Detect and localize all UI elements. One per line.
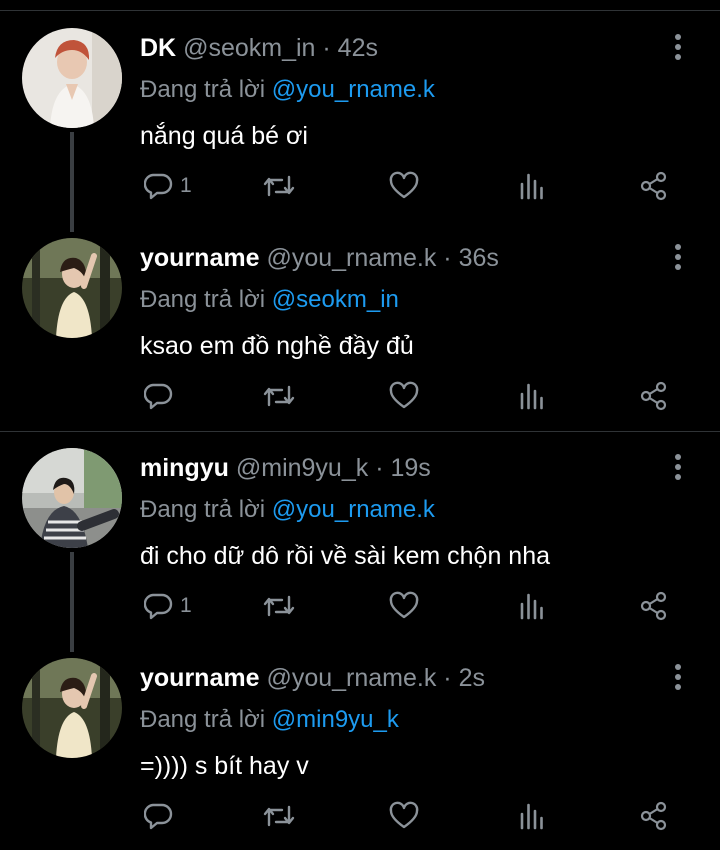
more-options-icon[interactable] [664, 452, 692, 482]
analytics-icon [518, 171, 546, 201]
display-name[interactable]: DK [140, 34, 176, 62]
retweet-button[interactable] [262, 376, 296, 416]
reply-count: 1 [180, 174, 192, 197]
tweet-actions: 1 [140, 166, 680, 206]
reply-icon [144, 801, 174, 831]
retweet-icon [262, 801, 296, 831]
avatar[interactable] [22, 448, 122, 548]
reply-prefix: Đang trả lời [140, 76, 266, 103]
tweet-header: mingyu @min9yu_k · 19s [140, 454, 431, 483]
tweet-4[interactable]: yourname @you_rname.k · 2s Đang trả lời … [0, 640, 720, 850]
avatar[interactable] [22, 658, 122, 758]
tweet-actions: 1 [140, 586, 680, 626]
reply-button[interactable] [144, 796, 180, 836]
tweet-text: nắng quá bé ơi [140, 122, 308, 150]
share-button[interactable] [638, 586, 670, 626]
reply-context: Đang trả lời @seokm_in [140, 286, 399, 314]
reply-mention[interactable]: @you_rname.k [272, 496, 435, 523]
tweet-text: ksao em đồ nghề đầy đủ [140, 332, 414, 360]
like-button[interactable] [388, 796, 420, 836]
reply-count: 1 [180, 594, 192, 617]
timestamp[interactable]: · 2s [443, 664, 485, 692]
share-button[interactable] [638, 376, 670, 416]
reply-button[interactable]: 1 [144, 166, 192, 206]
reply-icon [144, 591, 174, 621]
reply-context: Đang trả lời @you_rname.k [140, 76, 435, 104]
share-icon [638, 381, 670, 411]
retweet-icon [262, 381, 296, 411]
analytics-button[interactable] [518, 586, 546, 626]
retweet-icon [262, 171, 296, 201]
avatar[interactable] [22, 238, 122, 338]
analytics-button[interactable] [518, 376, 546, 416]
timestamp[interactable]: · 36s [443, 244, 499, 272]
reply-prefix: Đang trả lời [140, 706, 266, 733]
display-name[interactable]: yourname [140, 664, 259, 692]
retweet-button[interactable] [262, 586, 296, 626]
reply-mention[interactable]: @seokm_in [272, 286, 399, 313]
tweet-3[interactable]: mingyu @min9yu_k · 19s Đang trả lời @you… [0, 430, 720, 652]
tweet-1[interactable]: DK @seokm_in · 42s Đang trả lời @you_rna… [0, 10, 720, 232]
timestamp[interactable]: · 19s [375, 454, 431, 482]
retweet-button[interactable] [262, 796, 296, 836]
reply-context: Đang trả lời @you_rname.k [140, 496, 435, 524]
share-button[interactable] [638, 166, 670, 206]
share-button[interactable] [638, 796, 670, 836]
analytics-icon [518, 801, 546, 831]
like-icon [388, 171, 420, 201]
display-name[interactable]: mingyu [140, 454, 229, 482]
handle[interactable]: @you_rname.k [266, 244, 436, 272]
thread-line [70, 552, 74, 652]
tweet-text: đi cho dữ dô rồi về sài kem chộn nha [140, 542, 551, 570]
reply-prefix: Đang trả lời [140, 496, 266, 523]
more-options-icon[interactable] [664, 662, 692, 692]
analytics-icon [518, 591, 546, 621]
tweet-header: yourname @you_rname.k · 2s [140, 664, 485, 693]
handle[interactable]: @min9yu_k [236, 454, 368, 482]
tweet-header: yourname @you_rname.k · 36s [140, 244, 499, 273]
reply-icon [144, 381, 174, 411]
reply-mention[interactable]: @min9yu_k [272, 706, 399, 733]
like-button[interactable] [388, 166, 420, 206]
like-icon [388, 591, 420, 621]
handle[interactable]: @you_rname.k [266, 664, 436, 692]
share-icon [638, 171, 670, 201]
reply-icon [144, 171, 174, 201]
reply-prefix: Đang trả lời [140, 286, 266, 313]
reply-button[interactable]: 1 [144, 586, 192, 626]
avatar[interactable] [22, 28, 122, 128]
tweet-text: =)))) s bít hay v [140, 752, 309, 780]
more-options-icon[interactable] [664, 242, 692, 272]
reply-button[interactable] [144, 376, 180, 416]
analytics-button[interactable] [518, 796, 546, 836]
analytics-button[interactable] [518, 166, 546, 206]
retweet-button[interactable] [262, 166, 296, 206]
retweet-icon [262, 591, 296, 621]
timestamp[interactable]: · 42s [322, 34, 378, 62]
like-button[interactable] [388, 586, 420, 626]
more-options-icon[interactable] [664, 32, 692, 62]
like-icon [388, 801, 420, 831]
reply-mention[interactable]: @you_rname.k [272, 76, 435, 103]
like-icon [388, 381, 420, 411]
tweet-actions [140, 376, 680, 416]
analytics-icon [518, 381, 546, 411]
share-icon [638, 591, 670, 621]
tweet-actions [140, 796, 680, 836]
tweet-header: DK @seokm_in · 42s [140, 34, 378, 63]
handle[interactable]: @seokm_in [183, 34, 315, 62]
thread-line [70, 132, 74, 232]
tweet-2[interactable]: yourname @you_rname.k · 36s Đang trả lời… [0, 220, 720, 430]
like-button[interactable] [388, 376, 420, 416]
display-name[interactable]: yourname [140, 244, 259, 272]
share-icon [638, 801, 670, 831]
reply-context: Đang trả lời @min9yu_k [140, 706, 399, 734]
